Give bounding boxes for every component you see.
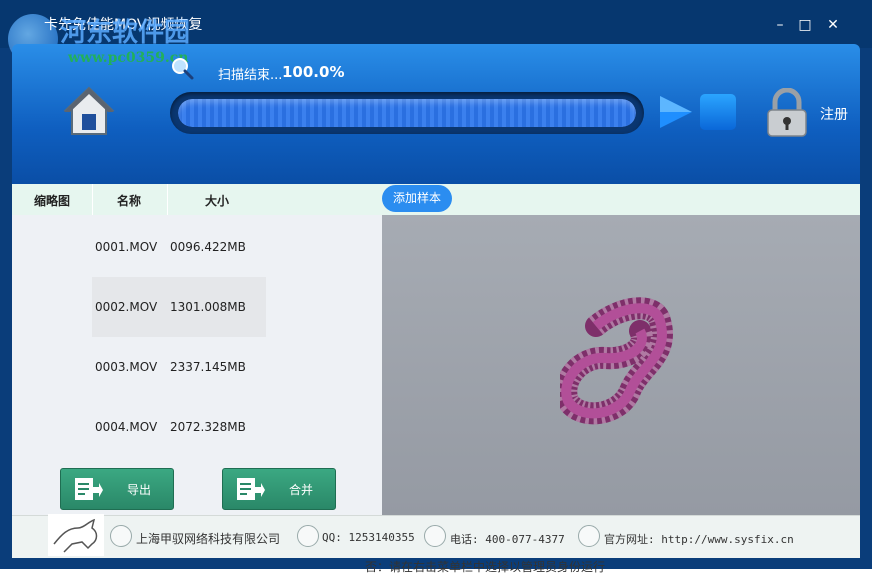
merge-label: 合并 [289, 483, 314, 497]
home-icon[interactable] [62, 84, 116, 138]
file-name: 0003.MOV [95, 360, 158, 374]
maximize-button[interactable]: □ [795, 15, 815, 35]
progress-track [178, 99, 636, 127]
company-logo-icon [48, 514, 104, 556]
scan-progress-bar [170, 92, 644, 134]
list-item[interactable]: 0004.MOV 2072.328MB [92, 397, 266, 457]
stop-icon[interactable] [700, 94, 736, 130]
file-name: 0001.MOV [95, 240, 158, 254]
file-size: 2337.145MB [170, 360, 246, 374]
export-button[interactable]: 导出 [60, 468, 174, 510]
company-icon [110, 525, 132, 547]
column-thumbnail: 缩略图 [34, 194, 71, 208]
qq-icon [297, 525, 319, 547]
scan-status-text: 扫描结束... [218, 68, 283, 83]
play-icon[interactable] [658, 94, 694, 130]
app-window: 卡先免佳能MOV视频恢复 河东软件园 – □ ✕ www.pc0359.cn 扫… [0, 0, 872, 569]
progress-fill [178, 99, 636, 127]
file-size: 0096.422MB [170, 240, 246, 254]
file-size: 2072.328MB [170, 420, 246, 434]
footer-website[interactable]: 官方网址: http://www.sysfix.cn [604, 531, 794, 547]
film-reel-icon [560, 297, 673, 425]
list-item[interactable]: 0001.MOV 0096.422MB [92, 217, 266, 277]
column-divider [167, 184, 168, 215]
export-label: 导出 [127, 483, 152, 497]
search-icon [172, 58, 194, 80]
column-name: 名称 [117, 194, 142, 208]
file-name: 0002.MOV [95, 300, 158, 314]
footer-company: 上海甲驭网络科技有限公司 [136, 532, 281, 546]
list-item[interactable]: 0003.MOV 2337.145MB [92, 337, 266, 397]
minimize-button[interactable]: – [770, 15, 790, 35]
list-item[interactable]: 0002.MOV 1301.008MB [92, 277, 266, 337]
column-size: 大小 [205, 194, 230, 208]
bottom-caption: 否：请在右击菜单栏中选择以管理员身份运行 [365, 560, 606, 574]
footer-qq: QQ: 1253140355 [322, 531, 415, 544]
file-size: 1301.008MB [170, 300, 246, 314]
register-link[interactable]: 注册 [820, 104, 848, 124]
export-icon [75, 478, 103, 500]
merge-button[interactable]: 合并 [222, 468, 336, 510]
close-button[interactable]: ✕ [823, 15, 843, 35]
merge-icon [237, 478, 265, 500]
column-divider [92, 184, 93, 215]
title-bar: 卡先免佳能MOV视频恢复 河东软件园 – □ ✕ [0, 0, 872, 64]
file-name: 0004.MOV [95, 420, 158, 434]
scan-percent: 100.0% [282, 63, 345, 81]
globe-icon [578, 525, 600, 547]
add-sample-button[interactable]: 添加样本 [382, 185, 452, 212]
phone-icon [424, 525, 446, 547]
lock-icon[interactable] [764, 88, 810, 138]
footer-phone: 电话: 400-077-4377 [450, 533, 565, 546]
